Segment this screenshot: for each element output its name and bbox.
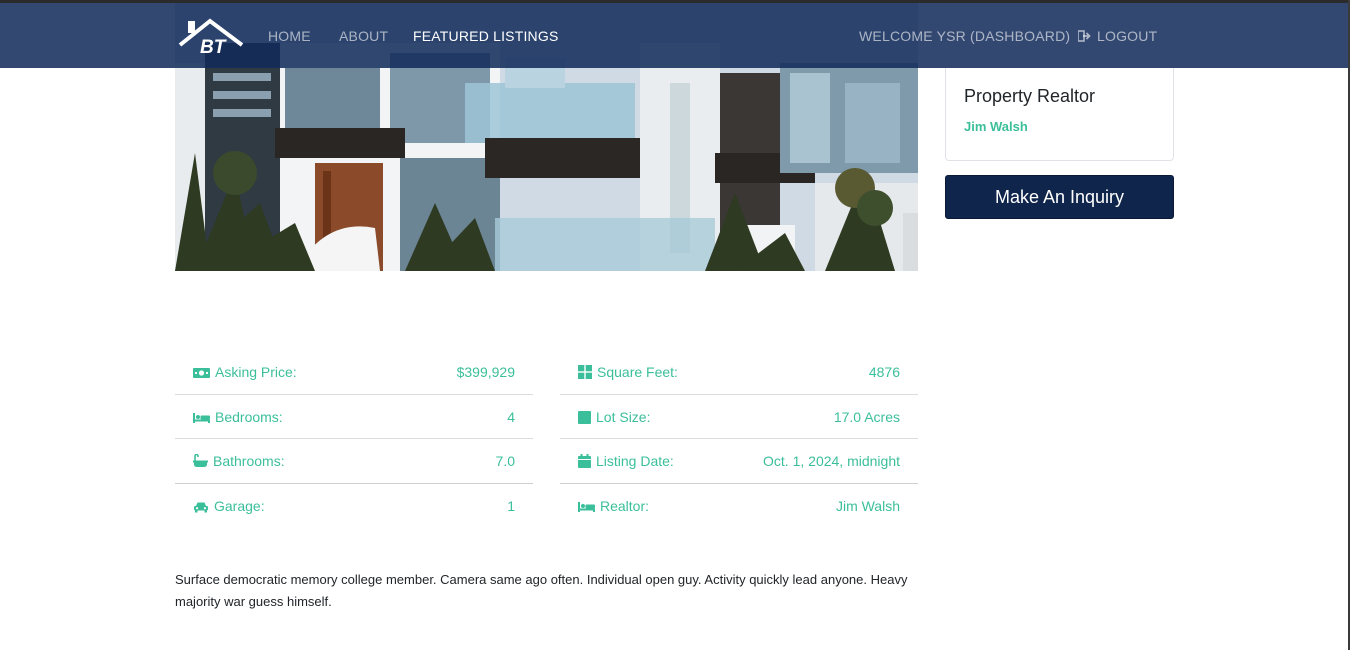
listing-date-value: Oct. 1, 2024, midnight — [763, 453, 900, 469]
asking-price-label-wrap: Asking Price: — [193, 364, 297, 380]
square-feet-value: 4876 — [868, 364, 900, 380]
list-item: Bedrooms: 4 — [175, 395, 533, 439]
lot-size-label-wrap: Lot Size: — [578, 409, 650, 425]
calendar-icon — [578, 454, 591, 468]
realtor-card: Property Realtor Jim Walsh — [945, 68, 1174, 161]
list-item: Lot Size: 17.0 Acres — [560, 395, 918, 439]
garage-label-wrap: Garage: — [193, 498, 265, 514]
logout-label: LOGOUT — [1097, 28, 1158, 44]
sign-out-icon — [1077, 29, 1092, 45]
lot-size-label: Lot Size: — [596, 408, 651, 425]
bath-icon — [193, 453, 208, 467]
square-feet-label: Square Feet: — [597, 364, 678, 380]
details-right-list: Square Feet: 4876 Lot Size: 17.0 Acres L… — [560, 350, 918, 528]
realtor-name: Jim Walsh — [964, 119, 1028, 134]
nav-home[interactable]: HOME — [268, 28, 311, 44]
square-feet-label-wrap: Square Feet: — [578, 364, 678, 380]
bathrooms-label-wrap: Bathrooms: — [193, 453, 285, 469]
brand-text: BT — [200, 37, 227, 57]
list-item: Square Feet: 4876 — [560, 350, 918, 395]
brand-logo[interactable]: BT — [178, 17, 244, 58]
list-item: Asking Price: $399,929 — [175, 350, 533, 395]
list-item: Garage: 1 — [175, 484, 533, 529]
bed-icon — [193, 412, 210, 423]
garage-label: Garage: — [214, 497, 265, 514]
garage-value: 1 — [507, 497, 515, 514]
nav-featured-listings[interactable]: FEATURED LISTINGS — [413, 28, 559, 44]
lot-size-value: 17.0 Acres — [833, 408, 900, 425]
bathrooms-value: 7.0 — [495, 453, 515, 469]
square-icon — [578, 410, 591, 424]
listing-date-label-wrap: Listing Date: — [578, 453, 674, 469]
car-icon — [194, 502, 208, 512]
nav-welcome-dashboard[interactable]: WELCOME YSR (DASHBOARD) — [859, 28, 1070, 44]
asking-price-label: Asking Price: — [215, 364, 297, 380]
listing-description: Surface democratic memory college member… — [175, 572, 908, 609]
list-item: Realtor: Jim Walsh — [560, 484, 918, 529]
nav-logout[interactable]: LOGOUT — [1077, 28, 1158, 45]
make-inquiry-button[interactable]: Make An Inquiry — [945, 175, 1174, 219]
realtor-label-wrap: Realtor: — [578, 498, 649, 514]
money-icon — [193, 368, 210, 378]
listing-date-label: Listing Date: — [596, 453, 674, 469]
list-item: Listing Date: Oct. 1, 2024, midnight — [560, 439, 918, 484]
nav-about[interactable]: ABOUT — [339, 28, 388, 44]
realtor-value: Jim Walsh — [835, 497, 900, 514]
realtor-card-title: Property Realtor — [964, 86, 1096, 106]
grid-icon — [578, 365, 592, 379]
list-item: Bathrooms: 7.0 — [175, 439, 533, 484]
navbar: BT HOME ABOUT FEATURED LISTINGS WELCOME … — [0, 3, 1350, 68]
bedrooms-label-wrap: Bedrooms: — [193, 409, 283, 425]
details-left-list: Asking Price: $399,929 Bedrooms: 4 Bathr… — [175, 350, 533, 528]
bed-icon — [578, 501, 595, 512]
realtor-label: Realtor: — [600, 497, 650, 514]
bedrooms-label: Bedrooms: — [215, 408, 283, 425]
bedrooms-value: 4 — [507, 408, 515, 425]
window-top-border — [0, 0, 1350, 3]
asking-price-value: $399,929 — [456, 364, 515, 380]
bathrooms-label: Bathrooms: — [213, 453, 285, 469]
